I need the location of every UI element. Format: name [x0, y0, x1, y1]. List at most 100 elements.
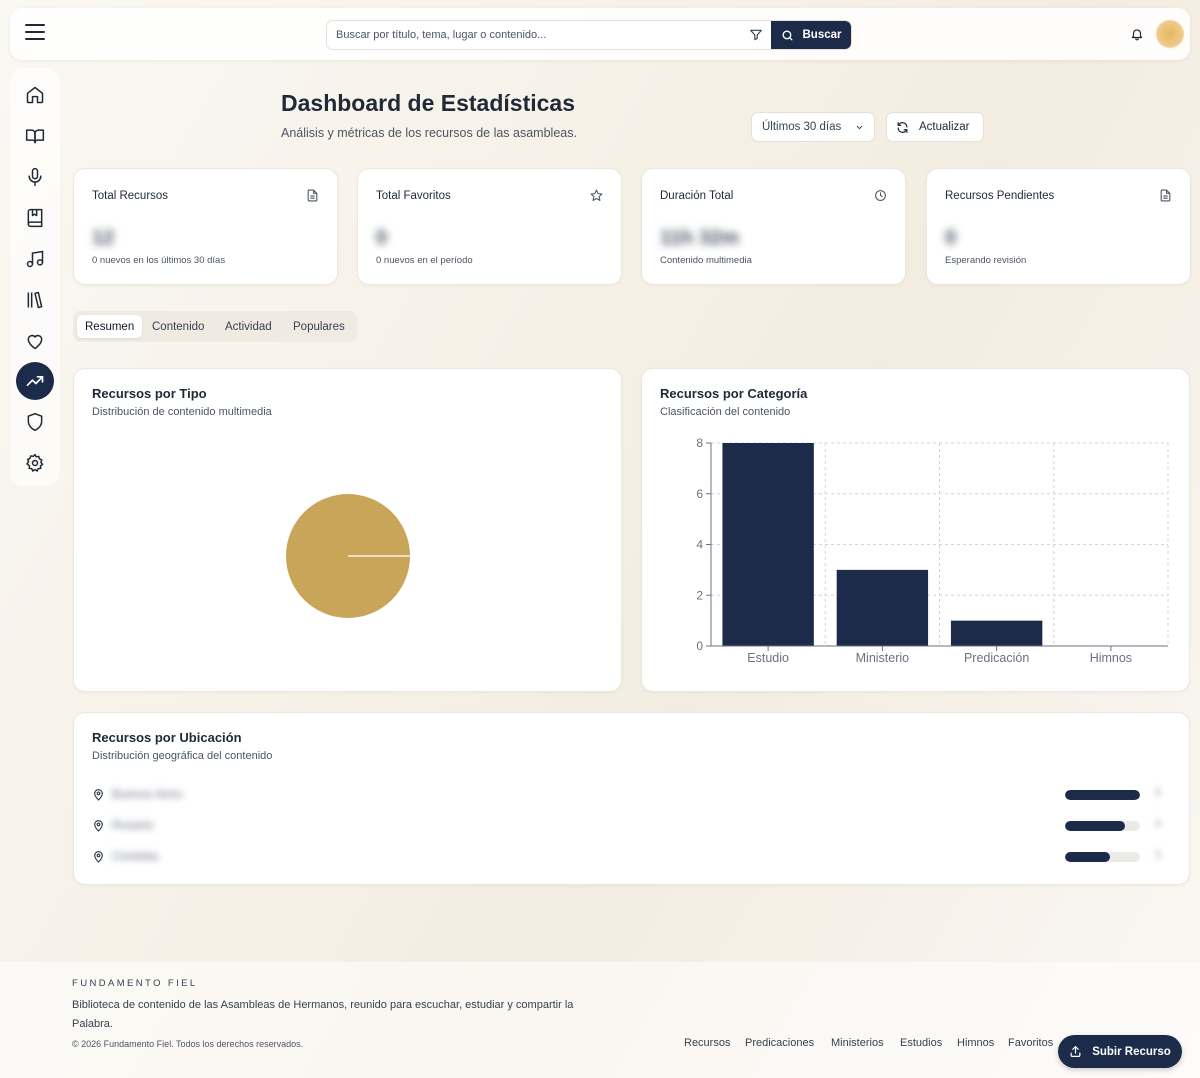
page-title: Dashboard de Estadísticas [281, 90, 575, 116]
footer-brand: FUNDAMENTO FIEL [72, 978, 198, 989]
sidebar-item-himnos[interactable] [16, 240, 54, 278]
search-icon [781, 29, 793, 41]
location-count: 5 [1155, 787, 1162, 799]
home-icon [26, 86, 44, 104]
location-bar [1065, 821, 1140, 831]
sidebar-item-collection[interactable] [16, 281, 54, 319]
y-tick-label: 8 [696, 436, 703, 450]
location-bar [1065, 790, 1140, 800]
sidebar-item-predicaciones[interactable] [16, 158, 54, 196]
footer-description: Biblioteca de contenido de las Asambleas… [72, 999, 574, 1030]
upload-resource-button[interactable]: Subir Recurso [1058, 1035, 1182, 1068]
period-select[interactable]: Últimos 30 días [751, 112, 875, 142]
sidebar [10, 68, 60, 486]
star-icon [590, 189, 603, 201]
refresh-icon [897, 121, 908, 133]
stat-value: 12 [92, 227, 115, 249]
location-row: Rosario 4 [92, 817, 1172, 835]
sidebar-item-statistics[interactable] [16, 362, 54, 400]
microphone-icon [28, 167, 42, 187]
settings-icon [25, 453, 44, 472]
music-icon [26, 250, 44, 268]
sidebar-item-admin[interactable] [16, 403, 54, 441]
menu-icon[interactable] [25, 24, 45, 42]
sidebar-item-library[interactable] [16, 117, 54, 155]
tab-contenido[interactable]: Contenido [144, 315, 212, 338]
y-tick-label: 4 [696, 538, 703, 552]
resources-by-type-panel: Recursos por Tipo Distribución de conten… [73, 368, 622, 692]
footer-link-himnos[interactable]: Himnos [957, 1037, 994, 1049]
tab-actividad[interactable]: Actividad [217, 315, 280, 338]
bookmark-book-icon [27, 208, 43, 228]
footer-link-favoritos[interactable]: Favoritos [1008, 1037, 1053, 1049]
location-count: 4 [1155, 818, 1162, 830]
clock-icon [875, 190, 886, 201]
upload-resource-label: Subir Recurso [1092, 1045, 1171, 1058]
location-name: Rosario [112, 818, 154, 832]
location-bar-fill [1065, 821, 1125, 831]
x-tick-label: Ministerio [856, 651, 910, 665]
period-select-value: Últimos 30 días [762, 121, 842, 133]
library-icon [27, 291, 43, 309]
stat-card-total-duration: Duración Total 11h 32m Contenido multime… [641, 168, 906, 285]
stat-note: Contenido multimedia [660, 255, 752, 266]
location-bar [1065, 852, 1140, 862]
document-icon [1160, 189, 1171, 202]
sidebar-item-home[interactable] [16, 76, 54, 114]
stat-value: 0 [945, 227, 957, 249]
x-tick-label: Predicación [964, 651, 1029, 665]
location-name: Buenos Aires [112, 787, 183, 801]
tab-resumen[interactable]: Resumen [77, 315, 143, 338]
y-tick-label: 2 [696, 588, 703, 602]
stat-label: Duración Total [660, 190, 734, 202]
bar [722, 443, 814, 646]
footer-link-predicaciones[interactable]: Predicaciones [745, 1037, 814, 1049]
upload-icon [1070, 1046, 1081, 1057]
footer-link-ministerios[interactable]: Ministerios [831, 1037, 884, 1049]
heart-icon [27, 334, 43, 350]
map-pin-icon [94, 789, 103, 801]
search-button-label: Buscar [802, 29, 842, 41]
location-row: Buenos Aires 5 [92, 786, 1172, 804]
search-input[interactable] [327, 21, 747, 49]
map-pin-icon [94, 820, 103, 832]
bell-icon[interactable] [1130, 27, 1144, 41]
sidebar-item-favorites[interactable] [16, 322, 54, 360]
sidebar-item-settings[interactable] [16, 444, 54, 482]
filter-icon[interactable] [749, 28, 763, 42]
x-tick-label: Estudio [747, 651, 789, 665]
footer-copyright: © 2026 Fundamento Fiel. Todos los derech… [72, 1039, 304, 1049]
tab-populares[interactable]: Populares [285, 315, 353, 338]
tab-bar: Resumen Contenido Actividad Populares [73, 311, 357, 342]
chevron-down-icon [856, 125, 863, 130]
stat-label: Recursos Pendientes [945, 190, 1055, 202]
y-tick-label: 0 [696, 639, 703, 653]
bar [950, 620, 1043, 646]
document-icon [307, 189, 318, 202]
stat-label: Total Recursos [92, 190, 169, 202]
search-button[interactable]: Buscar [771, 21, 851, 49]
stat-card-pending-resources: Recursos Pendientes 0 Esperando revisión [926, 168, 1191, 285]
trending-up-icon [26, 376, 44, 386]
x-tick-label: Himnos [1090, 651, 1132, 665]
refresh-button[interactable]: Actualizar [886, 112, 984, 142]
search-bar: Buscar [326, 20, 852, 50]
avatar[interactable] [1156, 20, 1184, 48]
stat-note: 0 nuevos en los últimos 30 días [92, 255, 226, 266]
footer-link-recursos[interactable]: Recursos [684, 1037, 730, 1049]
footer-link-estudios[interactable]: Estudios [900, 1037, 942, 1049]
location-name: Córdoba [112, 849, 159, 863]
location-row: Córdoba 3 [92, 848, 1172, 866]
stat-label: Total Favoritos [376, 190, 451, 202]
stat-card-total-favorites: Total Favoritos 0 0 nuevos en el período [357, 168, 622, 285]
category-bar-chart: 0 2 4 6 8 Estudio Ministerio Predicación Himnos [696, 436, 1169, 665]
panel-title: Recursos por Ubicación [92, 730, 242, 745]
stat-card-total-resources: Total Recursos 12 0 nuevos en los último… [73, 168, 338, 285]
top-bar: Buscar [10, 8, 1190, 60]
shield-icon [27, 412, 43, 432]
stat-note: 0 nuevos en el período [376, 255, 473, 266]
stat-value: 11h 32m [660, 227, 739, 249]
stat-note: Esperando revisión [945, 255, 1027, 266]
location-bar-fill [1065, 852, 1110, 862]
sidebar-item-estudios[interactable] [16, 199, 54, 237]
